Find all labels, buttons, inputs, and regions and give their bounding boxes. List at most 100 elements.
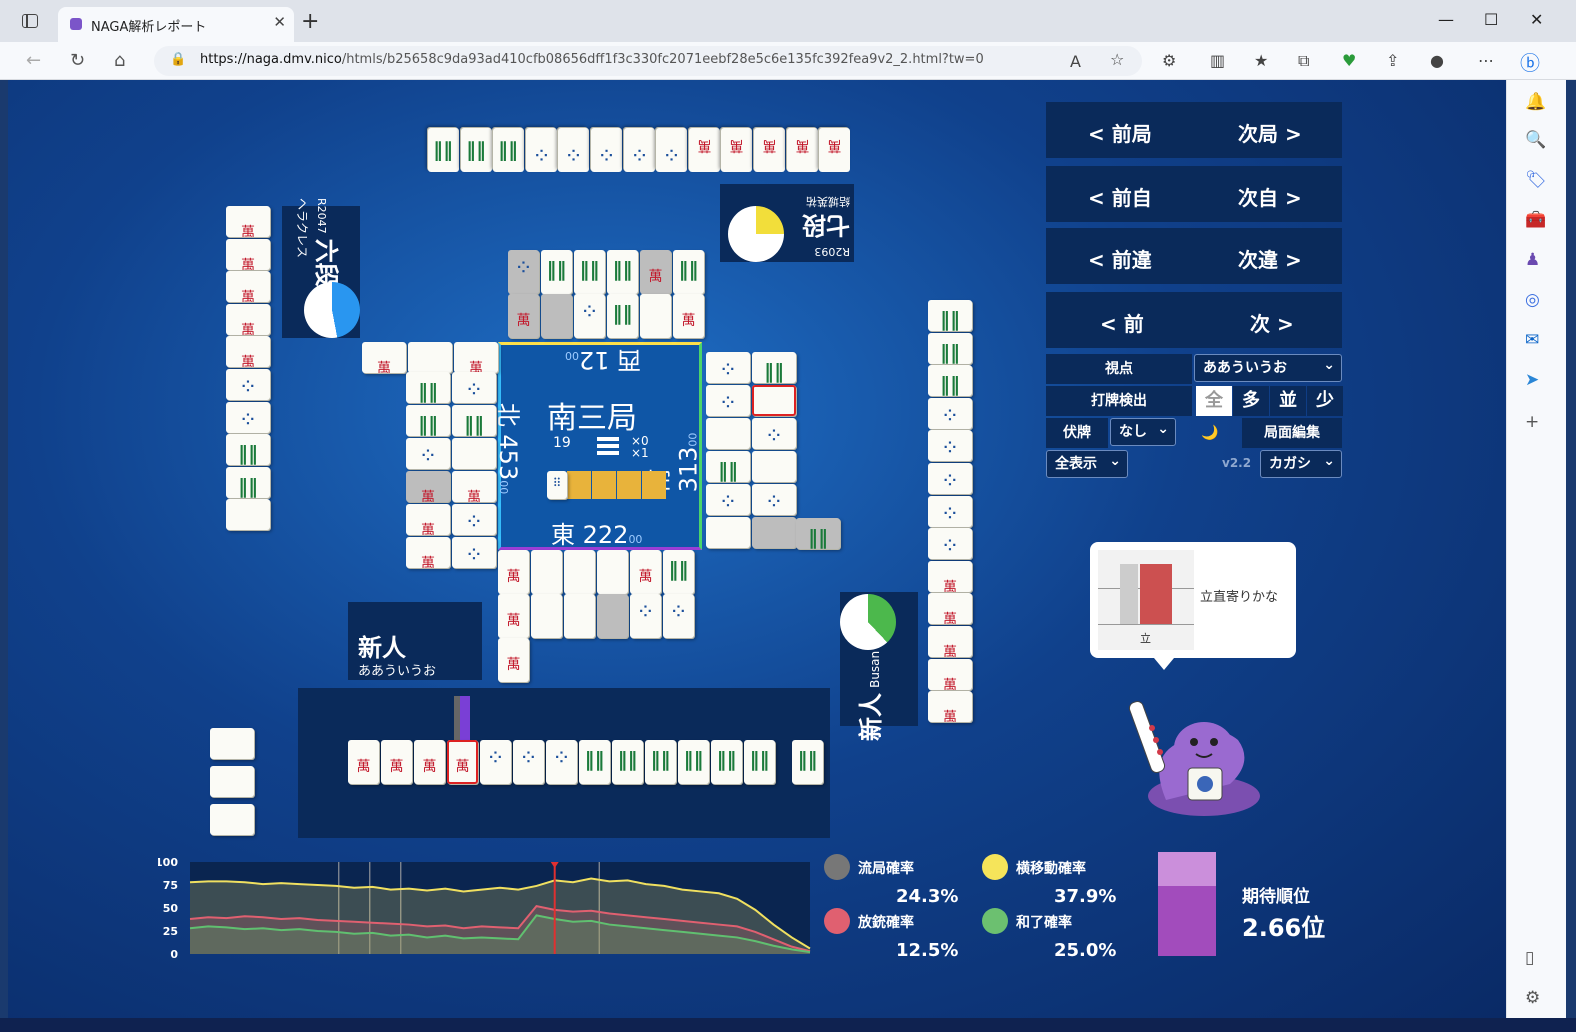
browser-sidebar: 🔔 🔍 🏷 🧰 ♟ ◎ ✉ ➤ + ▯ ⚙ bbox=[1506, 80, 1566, 1020]
favicon-icon bbox=[70, 18, 82, 30]
voice-select[interactable]: カガシ bbox=[1260, 448, 1342, 478]
prev-diff-button[interactable]: < 前違 bbox=[1088, 244, 1152, 273]
mahjong-tile: ‖‖ bbox=[406, 405, 450, 436]
advice-text: 立直寄りかな bbox=[1200, 590, 1279, 605]
detect-many-option[interactable]: 多 bbox=[1233, 386, 1269, 416]
mahjong-tile bbox=[752, 451, 796, 482]
tag-icon[interactable]: 🏷 bbox=[1525, 170, 1547, 190]
yoko-value: 37.9% bbox=[1054, 886, 1117, 907]
viewpoint-select[interactable]: ああういうお bbox=[1194, 352, 1342, 382]
add-icon[interactable]: + bbox=[1525, 412, 1539, 432]
copilot-icon[interactable]: ⓑ bbox=[1520, 47, 1540, 76]
mahjong-tile: ⁘ bbox=[525, 128, 557, 172]
home-icon[interactable]: ⌂ bbox=[114, 50, 125, 71]
outlook-icon[interactable]: ✉ bbox=[1525, 330, 1539, 350]
send-icon[interactable]: ➤ bbox=[1525, 370, 1539, 390]
games-icon[interactable]: ♟ bbox=[1525, 250, 1540, 270]
extensions-icon[interactable]: ⚙ bbox=[1162, 51, 1176, 70]
read-aloud-icon[interactable]: A bbox=[1070, 52, 1081, 71]
player-self-box: 新人 ああういうお bbox=[348, 602, 482, 680]
hidden-select[interactable]: なし bbox=[1110, 416, 1176, 446]
mahjong-tile: ⁘ bbox=[630, 594, 661, 638]
naga-board: R2093 七段 結城英祐 R2047 六段 ヘラクレス 新人 Busan 新人… bbox=[8, 80, 1506, 1020]
settings-icon[interactable]: ⚙ bbox=[1525, 988, 1540, 1008]
next-self-button[interactable]: 次自 > bbox=[1238, 182, 1302, 211]
dora-indicators: ⠿ bbox=[547, 471, 667, 503]
mahjong-tile: ⁘ bbox=[558, 128, 590, 172]
mahjong-tile bbox=[706, 517, 750, 548]
score-top: 西 1200 bbox=[565, 346, 642, 374]
next-diff-button[interactable]: 次違 > bbox=[1238, 244, 1302, 273]
mahjong-tile: 萬 bbox=[928, 626, 972, 657]
player-left-box: R2047 六段 ヘラクレス bbox=[282, 198, 360, 338]
maximize-icon[interactable]: ☐ bbox=[1484, 10, 1498, 29]
more-menu-icon[interactable]: ⋯ bbox=[1478, 51, 1494, 70]
next-button[interactable]: 次 > bbox=[1250, 308, 1294, 337]
detect-normal-option[interactable]: 並 bbox=[1270, 386, 1306, 416]
step-nav: < 前 次 > bbox=[1046, 292, 1342, 348]
player-top-name: 結城英祐 bbox=[806, 195, 850, 208]
collections-icon[interactable]: ⧉ bbox=[1298, 51, 1309, 71]
mahjong-tile: 萬 bbox=[928, 560, 972, 592]
center-table: 西 1200 北 45300 南 31300 東 22200 南三局 19 ×0… bbox=[494, 342, 702, 550]
version-label: v2.2 bbox=[1222, 456, 1252, 470]
player-left-rank: 六段 bbox=[312, 238, 340, 287]
detect-few-option[interactable]: 少 bbox=[1307, 386, 1343, 416]
chart-ytick-label: 50 bbox=[163, 902, 179, 915]
refresh-icon[interactable]: ↻ bbox=[70, 50, 85, 71]
detect-all-option[interactable]: 全 bbox=[1196, 386, 1232, 416]
sidebar-layout-icon[interactable]: ▯ bbox=[1525, 948, 1534, 968]
mahjong-tile: ‖‖ bbox=[607, 250, 638, 294]
player-top-box: R2093 七段 結城英祐 bbox=[720, 184, 854, 262]
mahjong-tile: ⁘ bbox=[406, 438, 450, 469]
bell-icon[interactable]: 🔔 bbox=[1525, 92, 1546, 112]
close-tab-icon[interactable]: ✕ bbox=[273, 13, 286, 31]
office-icon[interactable]: ◎ bbox=[1525, 290, 1540, 310]
yoko-dot-icon bbox=[982, 854, 1008, 880]
url-input[interactable]: 🔒 https://naga.dmv.nico/htmls/b25658c9da… bbox=[154, 46, 1142, 76]
mahjong-tile: ⁘ bbox=[928, 430, 972, 462]
back-icon[interactable]: ← bbox=[26, 50, 41, 71]
mahjong-tile: ‖‖ bbox=[460, 128, 492, 172]
player-self-name: ああういうお bbox=[358, 664, 437, 679]
player-top-rating: R2093 bbox=[814, 245, 850, 258]
mahjong-tile: ‖‖ bbox=[928, 365, 972, 397]
mahjong-tile: ‖‖ bbox=[607, 294, 638, 338]
tools-icon[interactable]: 🧰 bbox=[1525, 210, 1546, 230]
search-icon[interactable]: 🔍 bbox=[1525, 130, 1546, 150]
next-round-button[interactable]: 次局 > bbox=[1238, 118, 1302, 147]
mahjong-tile: ‖‖ bbox=[706, 451, 750, 482]
share-icon[interactable]: ⇪ bbox=[1386, 51, 1399, 70]
close-window-icon[interactable]: ✕ bbox=[1530, 10, 1543, 29]
mahjong-tile: 萬 bbox=[226, 271, 270, 303]
mahjong-tile: 萬 bbox=[454, 342, 498, 373]
mahjong-tile: ⁘ bbox=[508, 250, 539, 294]
score-bottom: 東 22200 bbox=[551, 521, 643, 549]
mahjong-tile bbox=[452, 438, 496, 469]
address-bar: ← ↻ ⌂ 🔒 https://naga.dmv.nico/htmls/b256… bbox=[0, 42, 1576, 80]
chart-ytick-label: 75 bbox=[163, 879, 178, 892]
new-tab-icon[interactable]: + bbox=[301, 9, 319, 34]
split-screen-icon[interactable]: ▥ bbox=[1210, 51, 1225, 70]
hidden-label: 伏牌 bbox=[1046, 418, 1108, 448]
lock-icon: 🔒 bbox=[170, 52, 187, 67]
performance-icon[interactable]: ♥ bbox=[1342, 51, 1356, 70]
sidebar-toggle-icon[interactable] bbox=[22, 14, 38, 28]
mahjong-tile: ‖‖ bbox=[711, 740, 742, 784]
prev-self-button[interactable]: < 前自 bbox=[1088, 182, 1152, 211]
tab-naga-report[interactable]: NAGA解析レポート ✕ bbox=[58, 7, 294, 42]
player-left-pie bbox=[304, 282, 360, 338]
edit-position-button[interactable]: 局面編集 bbox=[1242, 418, 1342, 448]
chart-ytick-label: 25 bbox=[163, 925, 178, 938]
display-select[interactable]: 全表示 bbox=[1046, 448, 1128, 478]
prev-button[interactable]: < 前 bbox=[1100, 308, 1144, 337]
advice-bubble: 立 立直寄りかな bbox=[1090, 542, 1296, 670]
honba-count: 19 bbox=[553, 435, 571, 451]
profile-avatar[interactable]: ● bbox=[1430, 51, 1444, 70]
favorites-icon[interactable]: ★ bbox=[1254, 51, 1268, 70]
mahjong-tile: 萬 bbox=[406, 537, 450, 568]
minimize-icon[interactable]: — bbox=[1438, 10, 1454, 29]
moon-icon[interactable]: 🌙 bbox=[1190, 418, 1230, 448]
favorite-star-icon[interactable]: ☆ bbox=[1110, 50, 1124, 69]
prev-round-button[interactable]: < 前局 bbox=[1088, 118, 1152, 147]
